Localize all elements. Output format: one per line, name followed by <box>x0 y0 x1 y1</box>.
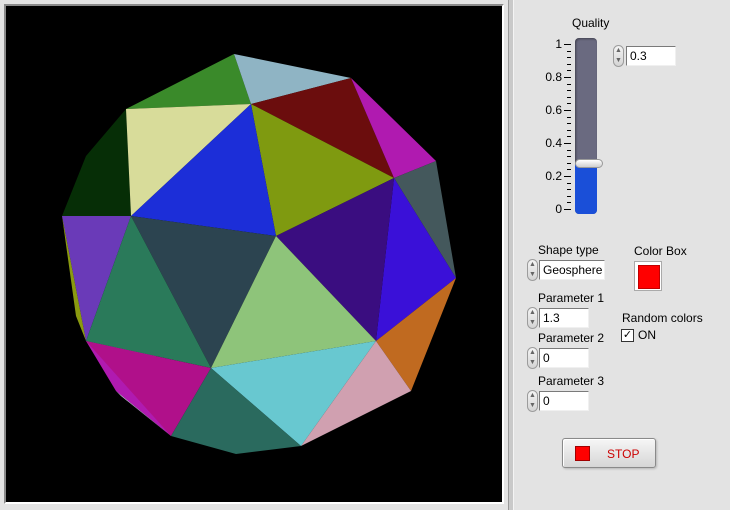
parameter-2-spinner[interactable]: ▲ ▼ <box>527 347 538 369</box>
quality-slider[interactable] <box>575 38 603 214</box>
random-colors-state: ON <box>638 328 656 342</box>
slider-tick <box>567 169 571 170</box>
tick-label: 0.6 <box>545 103 562 117</box>
random-colors-checkbox[interactable]: ✓ <box>621 329 634 342</box>
color-box-label: Color Box <box>634 244 687 258</box>
stop-button[interactable]: STOP <box>562 438 656 468</box>
slider-tick <box>567 123 571 124</box>
shape-type-field[interactable]: Geosphere <box>539 260 605 280</box>
parameter-2-label: Parameter 2 <box>538 331 605 345</box>
slider-tick <box>567 70 571 71</box>
stop-button-label: STOP <box>607 447 640 461</box>
quality-input[interactable]: 0.3 <box>626 46 676 66</box>
quality-slider-fill <box>575 164 597 214</box>
tick-label: 1 <box>555 37 562 51</box>
parameter-3-label: Parameter 3 <box>538 374 605 388</box>
slider-tick <box>567 90 571 91</box>
slider-tick <box>567 156 571 157</box>
tick-label: 0.8 <box>545 70 562 84</box>
slider-tick <box>564 44 571 45</box>
quality-slider-thumb[interactable] <box>575 159 603 168</box>
panel-splitter[interactable] <box>508 0 514 510</box>
sphere-face <box>126 54 251 109</box>
geosphere-render <box>62 54 456 454</box>
3d-viewport[interactable] <box>4 4 504 504</box>
slider-tick <box>564 110 571 111</box>
random-colors-label: Random colors <box>622 311 703 325</box>
slider-tick <box>564 143 571 144</box>
parameter-1-input[interactable]: 1.3 <box>539 308 589 328</box>
shape-type-label: Shape type <box>538 243 599 257</box>
slider-tick <box>567 183 571 184</box>
parameter-3-spinner[interactable]: ▲ ▼ <box>527 390 538 412</box>
slider-tick <box>567 130 571 131</box>
quality-label: Quality <box>572 16 610 30</box>
slider-tick <box>567 136 571 137</box>
slider-tick <box>567 103 571 104</box>
parameter-2-input[interactable]: 0 <box>539 348 589 368</box>
slider-tick <box>567 202 571 203</box>
color-box[interactable] <box>634 261 662 291</box>
slider-tick <box>567 117 571 118</box>
slider-tick <box>564 176 571 177</box>
slider-tick <box>567 97 571 98</box>
slider-tick <box>567 150 571 151</box>
quality-spinner[interactable]: ▲ ▼ <box>613 45 624 67</box>
slider-tick <box>567 57 571 58</box>
parameter-3-input[interactable]: 0 <box>539 391 589 411</box>
slider-tick <box>567 84 571 85</box>
tick-label: 0.4 <box>545 136 562 150</box>
tick-label: 0.2 <box>545 169 562 183</box>
slider-tick <box>564 77 571 78</box>
slider-tick <box>564 209 571 210</box>
slider-tick <box>567 64 571 65</box>
checkmark-icon: ✓ <box>622 329 633 341</box>
parameter-1-label: Parameter 1 <box>538 291 605 305</box>
shape-type-spinner[interactable]: ▲ ▼ <box>527 259 538 281</box>
slider-tick <box>567 196 571 197</box>
parameter-1-spinner[interactable]: ▲ ▼ <box>527 307 538 329</box>
stop-led-icon <box>575 446 590 461</box>
slider-tick <box>567 189 571 190</box>
sphere-face <box>62 109 131 216</box>
color-swatch <box>638 265 660 289</box>
tick-label: 0 <box>555 202 562 216</box>
slider-tick <box>567 51 571 52</box>
slider-tick <box>567 163 571 164</box>
